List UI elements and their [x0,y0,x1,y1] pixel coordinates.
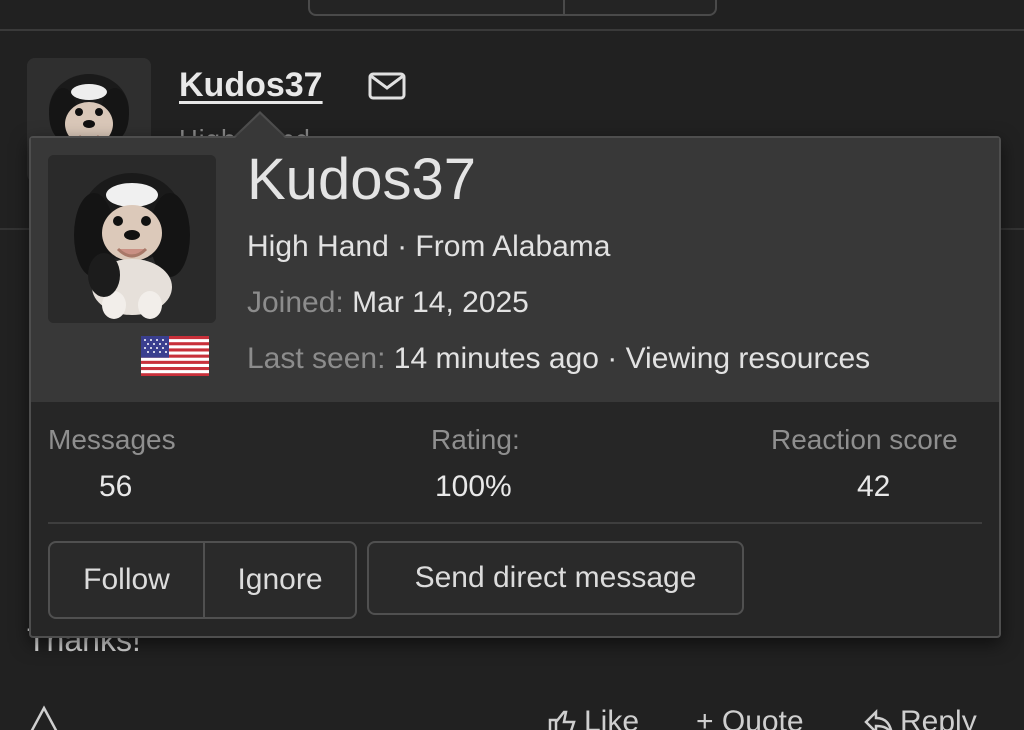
follow-ignore-group: Follow Ignore [48,541,357,619]
quote-button[interactable]: + Quote [696,705,804,730]
stat-reaction-label: Reaction score [771,424,958,455]
member-tooltip-card: Kudos37 High Hand · From Alabama Joined:… [29,136,1001,638]
thumbs-up-icon [548,710,576,730]
quote-label: + Quote [696,705,804,730]
warning-icon [30,705,58,730]
card-pointer-fill [234,114,286,139]
stat-rating-value[interactable]: 100% [435,470,512,504]
user-title-location: High Hand · From Alabama [247,230,611,263]
header-divider [0,29,1024,31]
like-button[interactable]: Like [546,705,639,730]
reply-arrow-icon [864,708,893,730]
last-seen-row: Last seen: 14 minutes ago · Viewing reso… [247,342,870,376]
card-divider [48,522,982,524]
ignore-button[interactable]: Ignore [205,543,355,617]
page: Kudos37 High Hand Thanks! Like + Quote R… [0,0,1024,730]
joined-value: Mar 14, 2025 [352,286,529,319]
stat-reaction-value[interactable]: 42 [857,470,890,504]
us-flag-icon [141,336,209,376]
joined-row: Joined: Mar 14, 2025 [247,286,529,320]
card-avatar[interactable] [48,155,216,323]
joined-label: Joined: [247,286,344,319]
like-label: Like [584,705,640,730]
tab-separator [563,0,565,14]
dog-avatar-icon [48,155,216,323]
stat-messages-label: Messages [48,424,176,455]
card-header: Kudos37 High Hand · From Alabama Joined:… [31,138,999,402]
reply-label: Reply [900,705,977,730]
post-username-link[interactable]: Kudos37 [179,66,323,105]
reply-button[interactable]: Reply [862,705,977,730]
last-seen-label: Last seen: [247,342,386,375]
send-direct-message-button[interactable]: Send direct message [367,541,744,615]
report-button[interactable] [28,705,60,730]
stat-messages-value[interactable]: 56 [99,470,132,504]
post-action-bar: Like + Quote Reply [0,705,1024,730]
envelope-icon[interactable] [367,70,407,102]
follow-button[interactable]: Follow [50,543,205,617]
card-username[interactable]: Kudos37 [247,146,476,213]
stat-rating-label: Rating: [431,424,520,455]
top-tab-group[interactable] [308,0,717,16]
last-seen-value: 14 minutes ago · Viewing resources [393,342,871,375]
